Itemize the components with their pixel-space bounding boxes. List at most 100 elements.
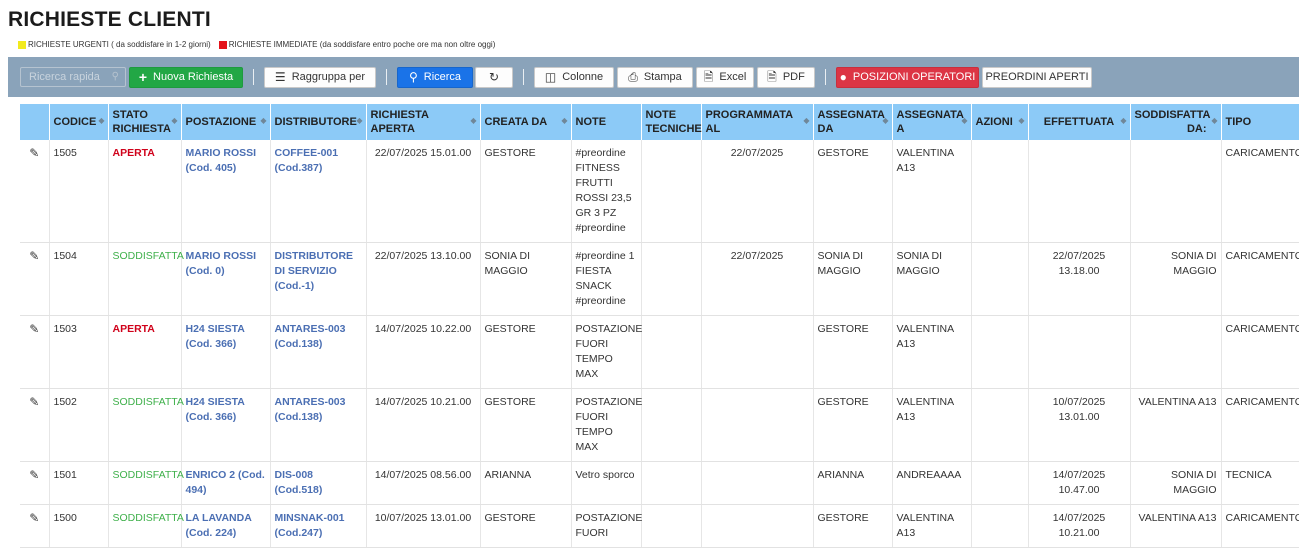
edit-icon[interactable]: ✎: [29, 395, 39, 409]
sort-icon[interactable]: ◆: [1120, 114, 1126, 128]
cell-tipo-text: CARICAMENTO: [1226, 323, 1299, 335]
cell-richiesta-aperta: 22/07/2025 13.10.00: [366, 243, 480, 316]
pdf-file-icon: 🗎: [767, 71, 777, 83]
cell-distributore-text[interactable]: ANTARES-003 (Cod.138): [275, 396, 346, 423]
cell-distributore-text[interactable]: DISTRIBUTORE DI SERVIZIO (Cod.-1): [275, 250, 354, 292]
print-button[interactable]: ⎙ Stampa: [617, 67, 693, 88]
cell-azioni: [971, 462, 1028, 505]
cell-distributore-text[interactable]: DIS-008 (Cod.518): [275, 469, 323, 496]
cell-postazione-text[interactable]: H24 SIESTA (Cod. 366): [186, 396, 245, 423]
sort-icon[interactable]: ◆: [561, 114, 567, 128]
pdf-button[interactable]: 🗎 PDF: [757, 67, 815, 88]
col-assegnata-a-header[interactable]: ASSEGNATA A◆: [892, 104, 971, 140]
sort-icon[interactable]: ◆: [882, 114, 888, 128]
col-aperta-header[interactable]: RICHIESTA APERTA◆: [366, 104, 480, 140]
cell-postazione-text[interactable]: ENRICO 2 (Cod. 494): [186, 469, 265, 496]
legend-immediate-label: RICHIESTE IMMEDIATE (da soddisfare entro…: [229, 40, 496, 49]
col-codice-header[interactable]: CODICE◆: [49, 104, 108, 140]
edit-icon[interactable]: ✎: [29, 468, 39, 482]
cell-distributore-text[interactable]: ANTARES-003 (Cod.138): [275, 323, 346, 350]
cell-stato-text: SODDISFATTA: [113, 512, 184, 524]
operator-positions-button[interactable]: ● POSIZIONI OPERATORI: [836, 67, 979, 88]
requests-table-wrapper: CODICE◆ STATO RICHIESTA◆ POSTAZIONE◆ DIS…: [20, 104, 1299, 548]
cell-codice: 1500: [49, 505, 108, 548]
cell-richiesta-aperta-text: 14/07/2025 08.56.00: [375, 469, 471, 481]
cell-postazione: LA LAVANDA (Cod. 224): [181, 505, 270, 548]
cell-richiesta-aperta: 14/07/2025 10.21.00: [366, 389, 480, 462]
cell-postazione-text[interactable]: MARIO ROSSI (Cod. 0): [186, 250, 257, 277]
columns-button[interactable]: ◫ Colonne: [534, 67, 614, 88]
sort-icon[interactable]: ◆: [98, 114, 104, 128]
col-programmata-header[interactable]: PROGRAMMATA AL ◆: [701, 104, 813, 140]
col-effettuata-header[interactable]: EFFETTUATA◆: [1028, 104, 1130, 140]
cell-effettuata: 14/07/2025 10.21.00: [1028, 505, 1130, 548]
cell-tipo-text: CARICAMENTO: [1226, 250, 1299, 262]
edit-icon[interactable]: ✎: [29, 249, 39, 263]
cell-creata-da: GESTORE: [480, 505, 571, 548]
col-assegnata-da-header[interactable]: ASSEGNATA DA◆: [813, 104, 892, 140]
edit-icon[interactable]: ✎: [29, 322, 39, 336]
cell-note-tecniche: [641, 389, 701, 462]
cell-postazione-text[interactable]: LA LAVANDA (Cod. 224): [186, 512, 252, 539]
col-programmata-label: PROGRAMMATA AL: [706, 109, 793, 135]
cell-programmata: [701, 389, 813, 462]
cell-effettuata: 10/07/2025 13.01.00: [1028, 389, 1130, 462]
sort-icon[interactable]: ◆: [260, 114, 266, 128]
sort-icon[interactable]: ◆: [171, 114, 177, 128]
cell-effettuata-text: 10/07/2025 13.01.00: [1053, 396, 1106, 423]
toolbar-divider: [253, 69, 254, 85]
sort-icon[interactable]: ◆: [1211, 114, 1217, 128]
group-by-button[interactable]: ☰ Raggruppa per: [264, 67, 376, 88]
printer-icon: ⎙: [628, 71, 638, 83]
quick-search-input[interactable]: [27, 70, 111, 84]
toolbar-divider: [386, 69, 387, 85]
toolbar-divider: [825, 69, 826, 85]
cell-codice-text: 1500: [54, 512, 77, 524]
table-header-row: CODICE◆ STATO RICHIESTA◆ POSTAZIONE◆ DIS…: [20, 104, 1299, 140]
sort-icon[interactable]: ◆: [803, 114, 809, 128]
refresh-button[interactable]: ↻: [475, 67, 513, 88]
col-edit-header: [20, 104, 49, 140]
cell-postazione-text[interactable]: MARIO ROSSI (Cod. 405): [186, 147, 257, 174]
open-preorders-button[interactable]: PREORDINI APERTI: [982, 67, 1092, 88]
col-postazione-header[interactable]: POSTAZIONE◆: [181, 104, 270, 140]
cell-note-tecniche: [641, 316, 701, 389]
cell-edit: ✎: [20, 505, 49, 548]
edit-icon[interactable]: ✎: [29, 511, 39, 525]
new-request-button[interactable]: + Nuova Richiesta: [129, 67, 243, 88]
cell-effettuata-text: 14/07/2025 10.21.00: [1053, 512, 1106, 539]
col-note-tecniche-label: NOTE TECNICHE: [646, 109, 702, 135]
cell-stato-text: SODDISFATTA: [113, 396, 184, 408]
cell-assegnata-a: SONIA DI MAGGIO: [892, 243, 971, 316]
col-azioni-header[interactable]: AZIONI◆: [971, 104, 1028, 140]
sort-icon[interactable]: ◆: [1018, 114, 1024, 128]
cell-richiesta-aperta-text: 10/07/2025 13.01.00: [375, 512, 471, 524]
cell-edit: ✎: [20, 140, 49, 243]
cell-codice: 1503: [49, 316, 108, 389]
excel-button[interactable]: 🗎 Excel: [696, 67, 754, 88]
col-soddisfatta-header[interactable]: SODDISFATTA DA:◆: [1130, 104, 1221, 140]
cell-distributore-text[interactable]: MINSNAK-001 (Cod.247): [275, 512, 345, 539]
cell-tipo-text: CARICAMENTO: [1226, 147, 1299, 159]
cell-stato-text: SODDISFATTA: [113, 469, 184, 481]
quick-search-box[interactable]: ⚲: [20, 67, 126, 87]
col-stato-header[interactable]: STATO RICHIESTA◆: [108, 104, 181, 140]
cell-distributore: MINSNAK-001 (Cod.247): [270, 505, 366, 548]
col-creata-label: CREATA DA: [485, 116, 548, 128]
legend-immediate: RICHIESTE IMMEDIATE (da soddisfare entro…: [219, 40, 496, 49]
col-distributore-header[interactable]: DISTRIBUTORE◆: [270, 104, 366, 140]
edit-icon[interactable]: ✎: [29, 146, 39, 160]
sort-icon[interactable]: ◆: [470, 114, 476, 128]
cell-programmata: 22/07/2025: [701, 243, 813, 316]
sort-icon[interactable]: ◆: [961, 114, 967, 128]
cell-stato-text: APERTA: [113, 147, 155, 159]
col-note-tecniche-header: NOTE TECNICHE: [641, 104, 701, 140]
sort-icon[interactable]: ◆: [356, 114, 362, 128]
cell-postazione-text[interactable]: H24 SIESTA (Cod. 366): [186, 323, 245, 350]
search-button[interactable]: ⚲ Ricerca: [397, 67, 473, 88]
cell-soddisfatta-da-text: SONIA DI MAGGIO: [1171, 250, 1217, 277]
col-creata-header[interactable]: CREATA DA ◆: [480, 104, 571, 140]
cell-distributore-text[interactable]: COFFEE-001 (Cod.387): [275, 147, 339, 174]
cell-assegnata-a-text: VALENTINA A13: [897, 323, 954, 350]
col-stato-label: STATO RICHIESTA: [113, 109, 171, 135]
